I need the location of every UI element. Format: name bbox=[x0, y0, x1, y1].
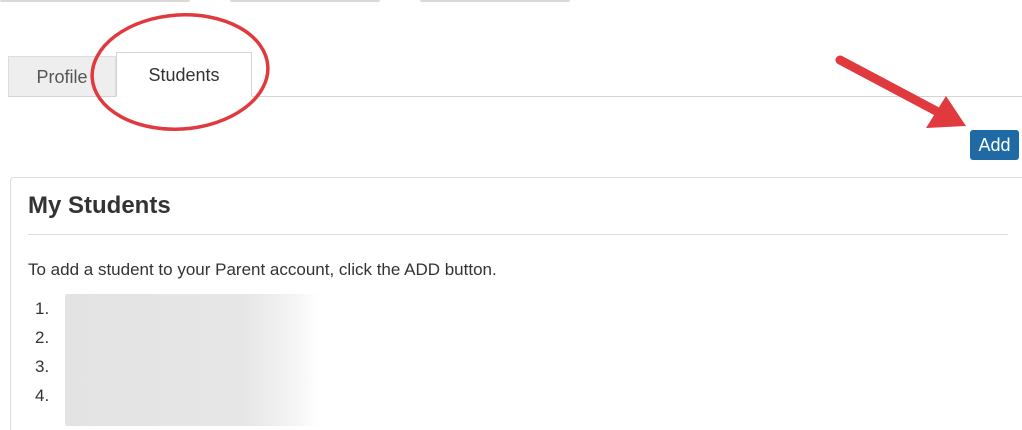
tab-profile[interactable]: Profile bbox=[8, 56, 116, 96]
list-item: 3. bbox=[35, 357, 50, 376]
cut-off-header bbox=[0, 0, 620, 6]
my-students-panel: My Students To add a student to your Par… bbox=[10, 177, 1022, 430]
panel-instructions: To add a student to your Parent account,… bbox=[28, 260, 497, 279]
list-item: 1. bbox=[35, 299, 50, 318]
list-item: 2. bbox=[35, 328, 50, 347]
tab-bar: Profile Students bbox=[8, 52, 1022, 97]
page: Profile Students Add My Students To add … bbox=[0, 0, 1022, 430]
student-list: 1. 2. 3. 4. bbox=[35, 294, 49, 410]
panel-title: My Students bbox=[28, 192, 171, 219]
panel-divider bbox=[28, 234, 1008, 235]
tab-students[interactable]: Students bbox=[116, 52, 252, 97]
list-item: 4. bbox=[35, 386, 50, 405]
redacted-student-names bbox=[65, 294, 319, 426]
add-button[interactable]: Add bbox=[970, 130, 1019, 160]
